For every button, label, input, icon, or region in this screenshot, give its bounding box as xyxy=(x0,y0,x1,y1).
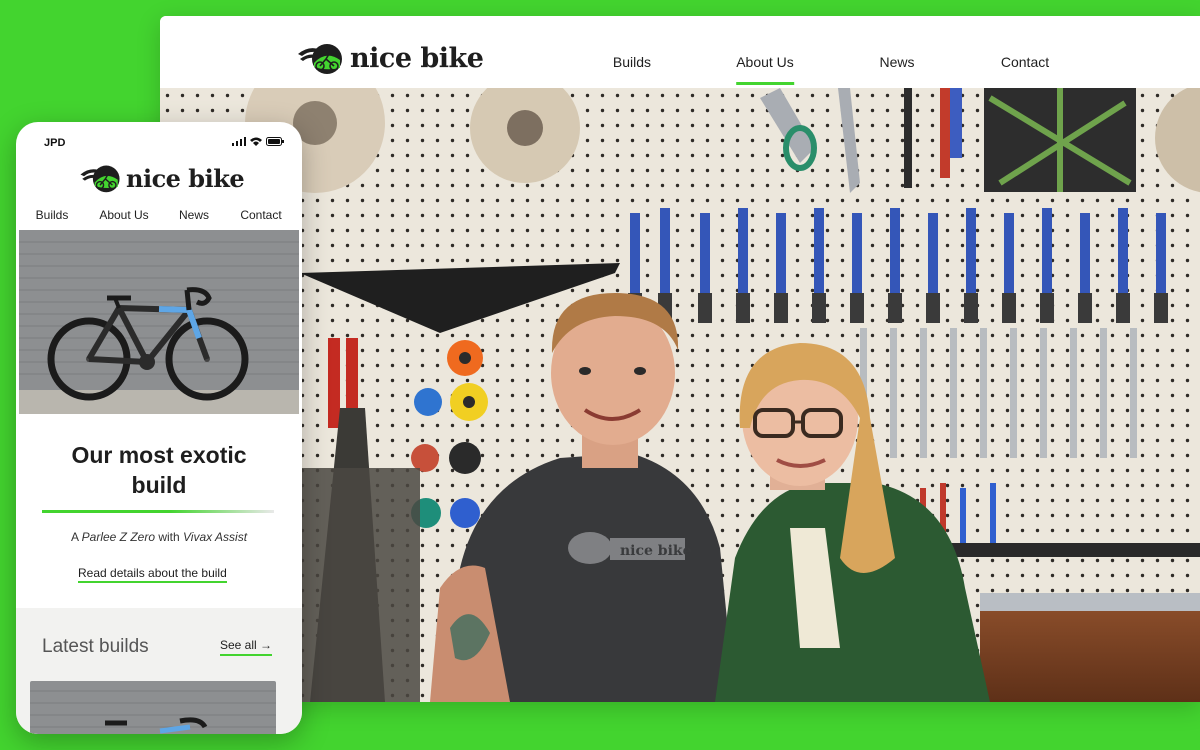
phone-nav-item-about-us[interactable]: About Us xyxy=(99,208,148,222)
logo-wordmark: nice bike xyxy=(126,163,245,193)
feature-title: Our most exotic build xyxy=(16,440,302,500)
status-icons xyxy=(232,137,284,146)
latest-builds-heading: Latest builds xyxy=(42,636,149,657)
nav-item-builds[interactable]: Builds xyxy=(613,54,651,70)
phone-site-logo[interactable]: nice bike xyxy=(78,162,245,194)
workshop-photo-illustration: nice bike xyxy=(160,88,1200,702)
read-build-details-link[interactable]: Read details about the build xyxy=(78,566,227,583)
battery-icon xyxy=(266,137,284,146)
phone-nav: Builds About Us News Contact xyxy=(16,208,302,226)
latest-builds-section: Latest builds See all → xyxy=(16,608,302,734)
thumbnail-illustration xyxy=(30,681,276,734)
status-bar: JPD xyxy=(16,122,302,156)
carrier-label: JPD xyxy=(44,137,66,149)
featured-bike-photo[interactable] xyxy=(19,230,299,414)
phone-nav-item-builds[interactable]: Builds xyxy=(36,208,69,222)
site-header: nice bike Builds About Us News Contact xyxy=(160,16,1200,88)
see-all-label: See all xyxy=(220,638,257,652)
arrow-right-icon: → xyxy=(260,638,273,652)
see-all-link[interactable]: See all → xyxy=(220,638,273,656)
feature-divider xyxy=(42,510,274,513)
desktop-browser-mockup: nice bike Builds About Us News Contact n… xyxy=(160,16,1200,702)
phone-mockup: JPD nice bike Builds About Us News Conta… xyxy=(16,122,302,734)
subtitle-connector: with xyxy=(155,530,184,544)
nav-item-news[interactable]: News xyxy=(879,54,914,70)
feature-title-line-1: Our most exotic xyxy=(71,442,247,468)
nav-item-contact[interactable]: Contact xyxy=(1001,54,1049,70)
signal-icon xyxy=(232,137,246,146)
shirt-logo-text: nice bike xyxy=(620,543,692,559)
phone-nav-item-news[interactable]: News xyxy=(179,208,209,222)
subtitle-prefix: A xyxy=(70,530,82,544)
main-nav: Builds About Us News Contact xyxy=(160,54,1200,85)
wifi-icon xyxy=(250,137,262,146)
phone-nav-item-contact[interactable]: Contact xyxy=(240,208,281,222)
bike-photo-illustration xyxy=(19,230,299,414)
subtitle-assist-name: Vivax Assist xyxy=(183,530,248,544)
subtitle-bike-name: Parlee Z Zero xyxy=(81,530,155,544)
hero-photo: nice bike xyxy=(160,88,1200,702)
feature-title-line-2: build xyxy=(131,472,187,498)
bike-logo-icon xyxy=(80,165,120,193)
feature-subtitle: A Parlee Z Zero with Vivax Assist xyxy=(16,530,302,544)
nav-item-about-us[interactable]: About Us xyxy=(736,54,794,85)
latest-build-thumbnail[interactable] xyxy=(30,681,276,734)
